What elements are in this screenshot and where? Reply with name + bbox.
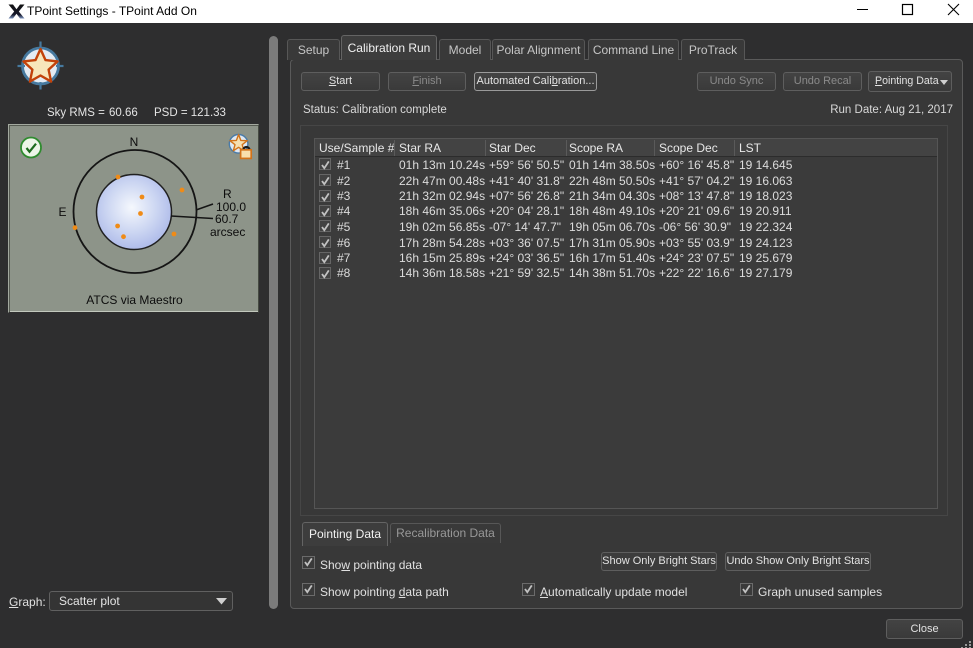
svg-text:N: N <box>130 135 139 149</box>
svg-text:arcsec: arcsec <box>210 225 245 239</box>
svg-text:E: E <box>58 205 66 219</box>
svg-text:ATCS via Maestro: ATCS via Maestro <box>86 293 183 307</box>
svg-text:60.7: 60.7 <box>215 212 239 226</box>
svg-text:R: R <box>223 187 232 201</box>
